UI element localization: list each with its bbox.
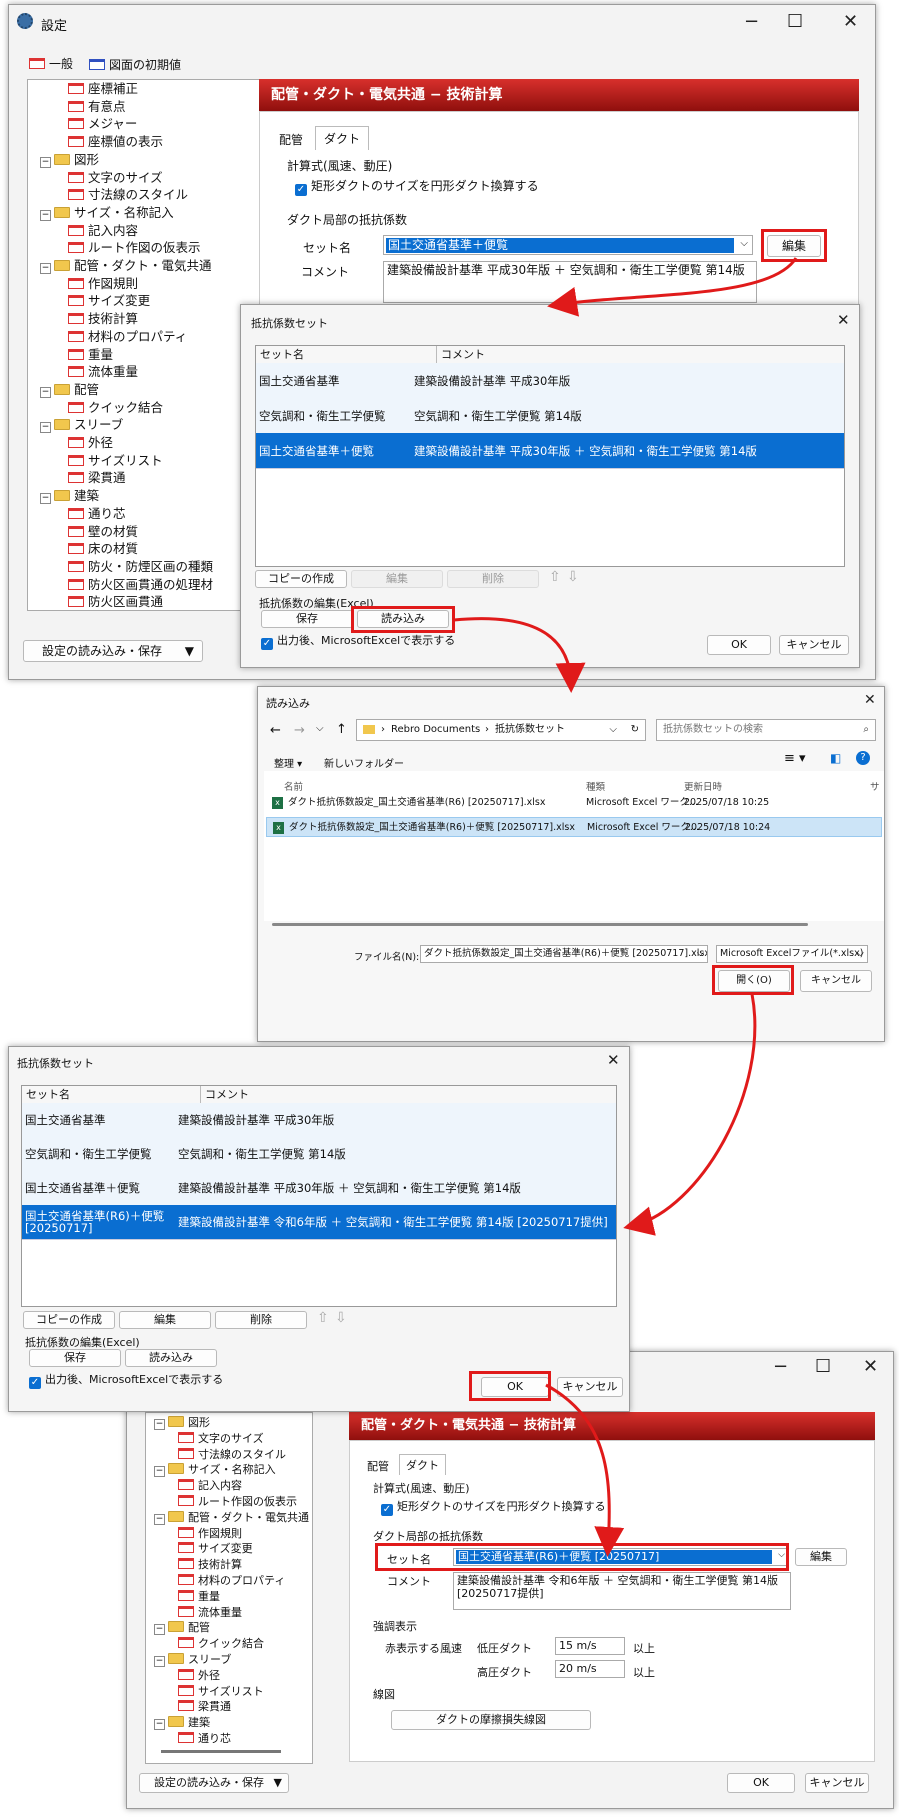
annotation-arrows (453, 257, 798, 1557)
arrow-edit-to-dialog (547, 257, 798, 317)
arrow-ok-to-setname (545, 1383, 625, 1557)
arrow-open-to-list (623, 993, 757, 1236)
arrow-load-to-open (453, 617, 586, 693)
